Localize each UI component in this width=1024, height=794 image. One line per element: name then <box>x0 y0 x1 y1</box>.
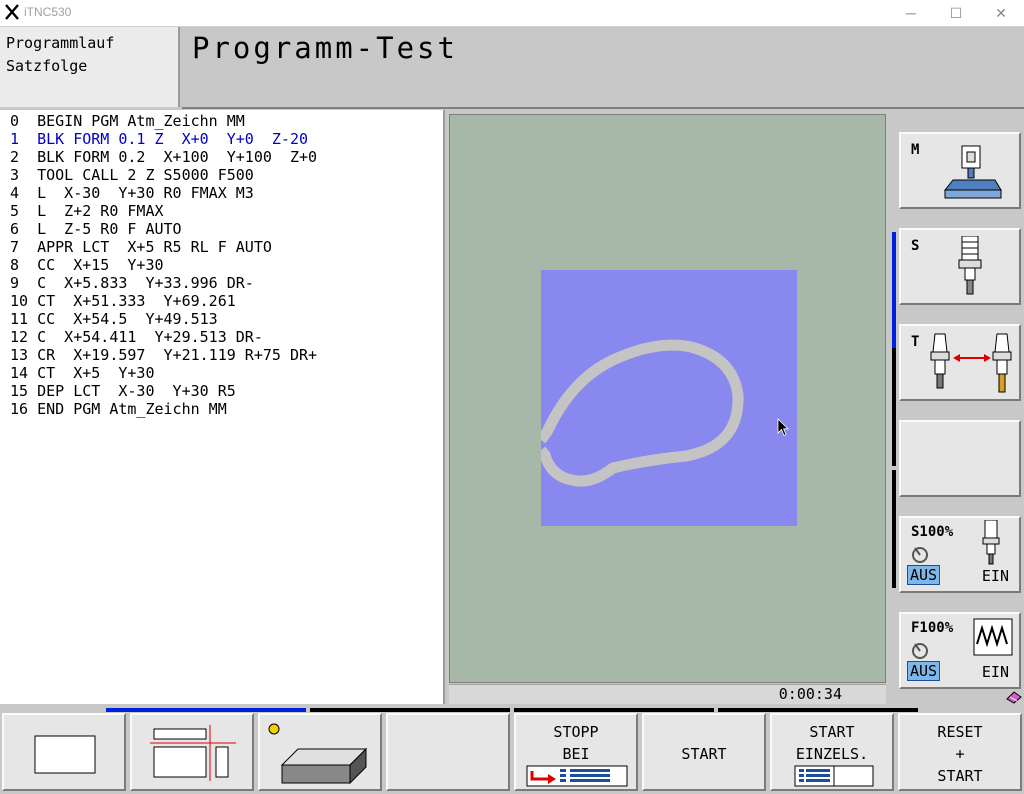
start-label: START <box>681 745 727 763</box>
program-line[interactable]: 4 L X-30 Y+30 R0 FMAX M3 <box>10 184 254 202</box>
program-line-active[interactable]: 1 BLK FORM 0.1 Z X+0 Y+0 Z-20 <box>10 130 308 148</box>
feed-override-button[interactable]: F100% AUS EIN <box>899 612 1021 689</box>
spindle-small-icon <box>982 520 1000 565</box>
active-side-indicator <box>892 232 896 348</box>
program-line[interactable]: 13 CR X+19.597 Y+21.119 R+75 DR+ <box>10 346 317 364</box>
program-line[interactable]: 3 TOOL CALL 2 Z S5000 F500 <box>10 166 254 184</box>
program-line[interactable]: 9 C X+5.833 Y+33.996 DR- <box>10 274 254 292</box>
3d-view-softkey[interactable] <box>258 713 382 791</box>
mode-line-2: Satzfolge <box>6 57 88 75</box>
m-label: M <box>911 142 920 158</box>
single-block-icon <box>794 765 874 787</box>
spindle-override-label: S100% <box>911 524 954 540</box>
plane-view-icon <box>150 725 236 781</box>
side-indicator <box>892 470 896 588</box>
reset-line3: START <box>937 767 983 785</box>
heidenhain-x-icon <box>5 4 19 20</box>
spindle-icon <box>958 236 982 295</box>
machine-table-icon <box>943 145 1002 199</box>
override-knob-icon <box>912 547 928 563</box>
softkey-page-indicator <box>514 708 714 712</box>
workpiece-blank <box>541 270 797 526</box>
feed-zigzag-icon <box>973 618 1013 656</box>
program-line[interactable]: 15 DEP LCT X-30 Y+30 R5 <box>10 382 236 400</box>
feed-aus-toggle[interactable]: AUS <box>907 661 941 681</box>
program-line[interactable]: 8 CC X+15 Y+30 <box>10 256 164 274</box>
program-line[interactable]: 7 APPR LCT X+5 R5 RL F AUTO <box>10 238 272 256</box>
program-line[interactable]: 2 BLK FORM 0.2 X+100 Y+100 Z+0 <box>10 148 317 166</box>
screen-layout-softkey[interactable] <box>2 713 126 791</box>
m-function-button[interactable]: M <box>899 132 1021 209</box>
s-function-button[interactable]: S <box>899 228 1021 305</box>
window-layout-icon <box>34 735 96 774</box>
mouse-pointer-icon <box>777 418 789 437</box>
spindle-override-button[interactable]: S100% AUS EIN <box>899 516 1021 593</box>
status-bar: 0:00:34 <box>449 684 886 704</box>
operating-mode-panel: Programmlauf Satzfolge <box>0 27 180 107</box>
tool-change-icon <box>930 333 1012 393</box>
close-button[interactable]: ✕ <box>978 0 1024 26</box>
program-line[interactable]: 5 L Z+2 R0 FMAX <box>10 202 164 220</box>
start-single-line2: EINZELS. <box>795 745 869 763</box>
program-listing[interactable]: 0 BEGIN PGM Atm_Zeichn MM 1 BLK FORM 0.1… <box>0 110 445 704</box>
mode-line-1: Programmlauf <box>6 34 115 52</box>
empty-softkey[interactable] <box>386 713 510 791</box>
program-line[interactable]: 10 CT X+51.333 Y+69.261 <box>10 292 236 310</box>
minimize-button[interactable]: ─ <box>888 0 934 26</box>
reset-line2: + <box>955 745 965 763</box>
spindle-ein-toggle[interactable]: EIN <box>982 567 1009 585</box>
program-line[interactable]: 6 L Z-5 R0 F AUTO <box>10 220 182 238</box>
program-line[interactable]: 16 END PGM Atm_Zeichn MM <box>10 400 227 418</box>
s-label: S <box>911 238 920 254</box>
stop-at-softkey[interactable]: STOPP BEI <box>514 713 638 791</box>
program-line[interactable]: 11 CC X+54.5 Y+49.513 <box>10 310 218 328</box>
start-softkey[interactable]: START <box>642 713 766 791</box>
bei-label: BEI <box>562 745 590 763</box>
reset-line1: RESET <box>937 723 983 741</box>
spindle-aus-toggle[interactable]: AUS <box>907 565 941 585</box>
softkey-page-indicator <box>718 708 918 712</box>
program-line[interactable]: 0 BEGIN PGM Atm_Zeichn MM <box>10 112 245 130</box>
reset-start-softkey[interactable]: RESET + START <box>898 713 1022 791</box>
program-line[interactable]: 14 CT X+5 Y+30 <box>10 364 155 382</box>
view-plane-softkey[interactable] <box>130 713 254 791</box>
t-label: T <box>911 334 920 350</box>
side-indicator <box>892 348 896 466</box>
maximize-button[interactable]: ☐ <box>933 0 979 26</box>
program-line[interactable]: 12 C X+54.411 Y+29.513 DR- <box>10 328 263 346</box>
eraser-icon[interactable] <box>1006 690 1022 704</box>
window-titlebar: iTNC530 ─ ☐ ✕ <box>0 0 1024 27</box>
window-title: iTNC530 <box>24 5 72 19</box>
header-panel: Programm-Test <box>182 27 1024 109</box>
toolpath-contour <box>541 339 744 487</box>
3d-block-icon <box>268 723 368 785</box>
stopp-label: STOPP <box>553 723 599 741</box>
start-single-line1: START <box>809 723 855 741</box>
empty-side-button[interactable] <box>899 420 1021 497</box>
page-title: Programm-Test <box>192 31 458 65</box>
test-graphic-area[interactable] <box>449 114 886 683</box>
softkey-page-indicator-active <box>106 708 306 712</box>
feed-ein-toggle[interactable]: EIN <box>982 663 1009 681</box>
override-knob-icon <box>912 643 928 659</box>
run-time-display: 0:00:34 <box>778 685 842 703</box>
stop-at-block-icon <box>526 765 628 787</box>
feed-override-label: F100% <box>911 620 954 636</box>
t-function-button[interactable]: T <box>899 324 1021 401</box>
softkey-page-indicator <box>310 708 510 712</box>
start-single-block-softkey[interactable]: START EINZELS. <box>770 713 894 791</box>
